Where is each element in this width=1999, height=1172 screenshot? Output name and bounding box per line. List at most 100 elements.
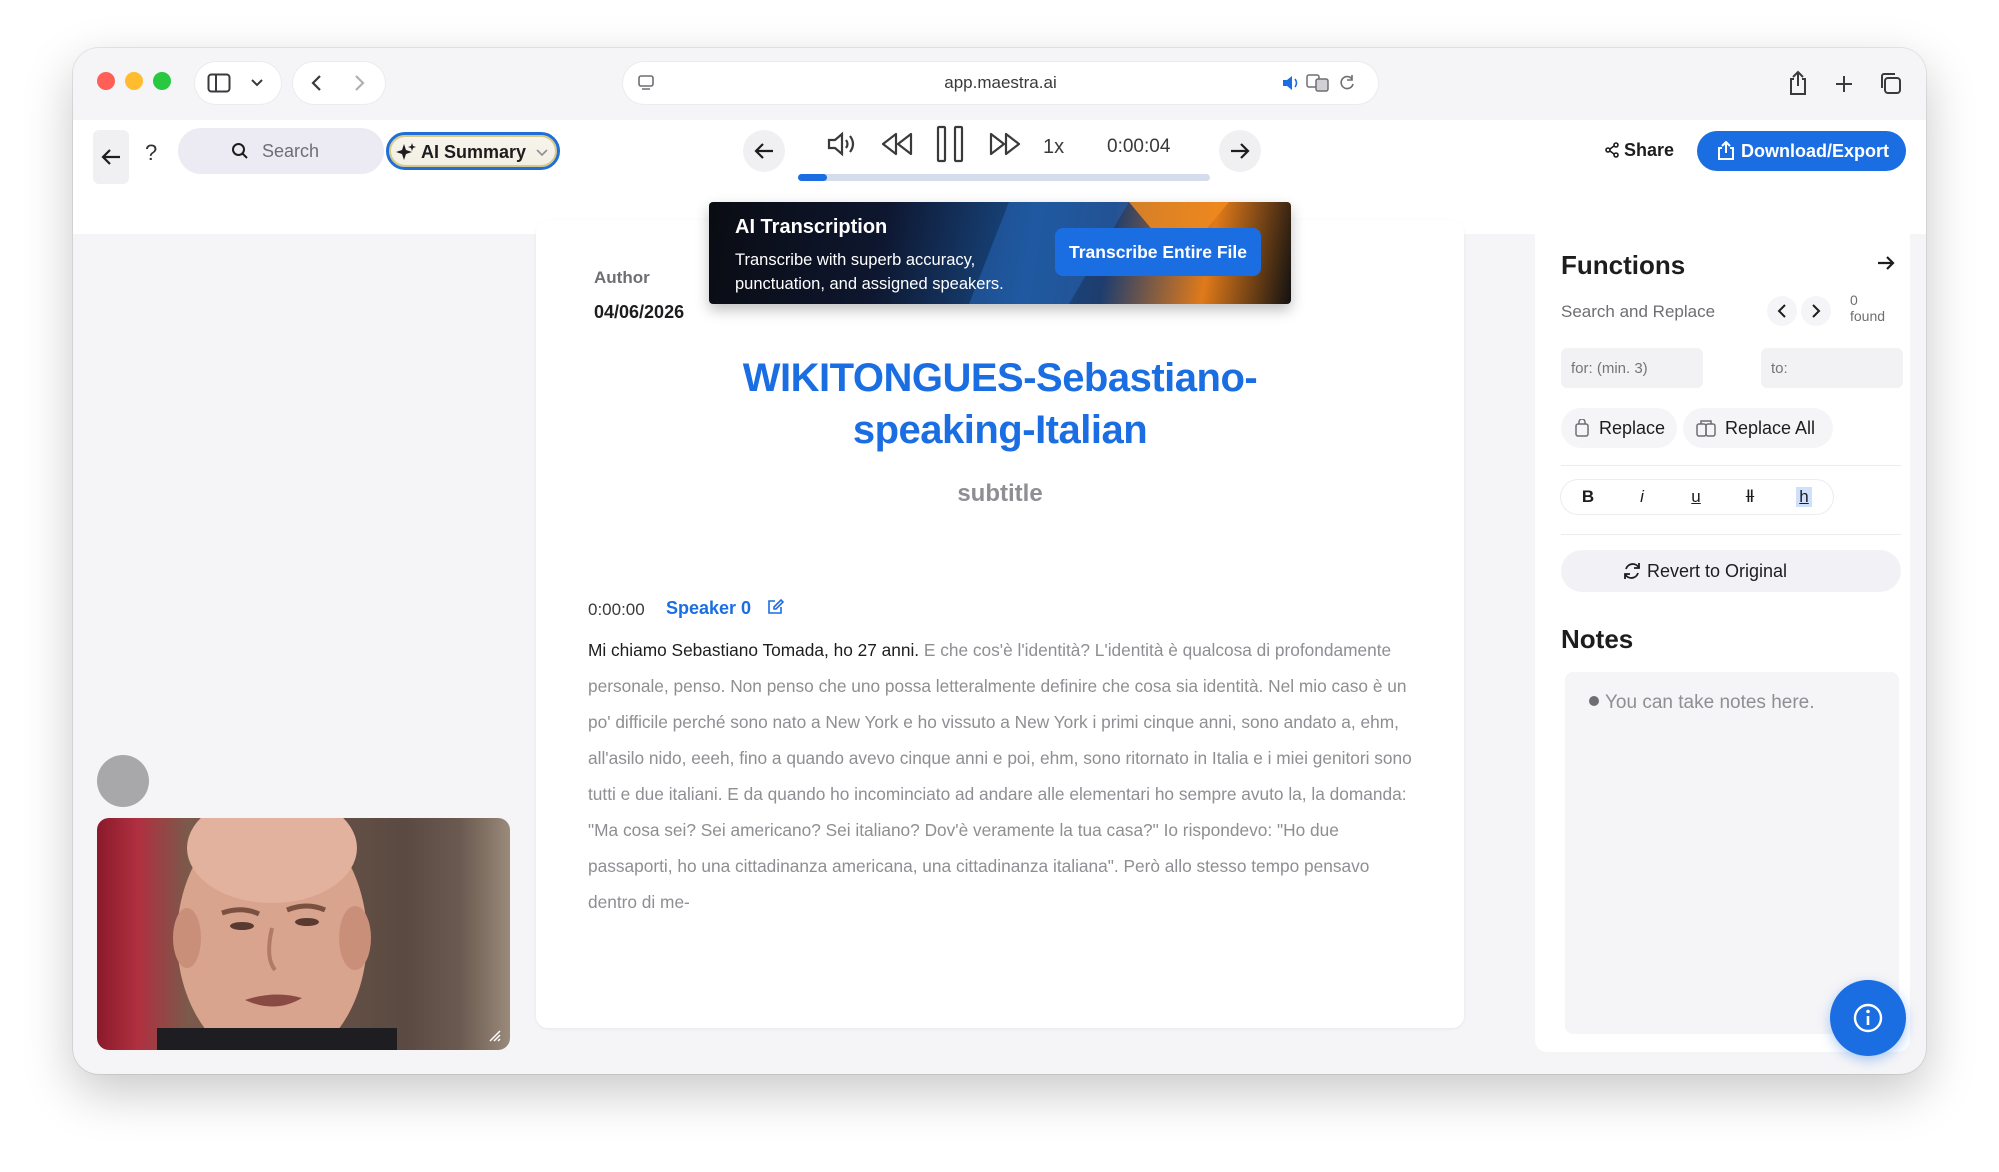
notes-title: Notes — [1561, 624, 1634, 654]
revert-icon — [1621, 561, 1643, 581]
speaker-label: Speaker 0 — [666, 598, 752, 618]
chevron-right-icon — [1812, 304, 1821, 318]
highlight-label: h — [1796, 487, 1812, 507]
playback-time: 0:00:04 — [1107, 136, 1171, 157]
revert-to-original-button[interactable]: Revert to Original — [1561, 550, 1901, 592]
transcribe-entire-file-button[interactable]: Transcribe Entire File — [1055, 228, 1261, 276]
functions-title: Functions — [1561, 250, 1686, 280]
share-button[interactable]: Share — [1604, 140, 1674, 163]
browser-toolbar: app.maestra.ai — [73, 48, 1926, 120]
sidebar-icon[interactable] — [207, 72, 231, 94]
previous-match-button[interactable] — [1767, 296, 1797, 326]
replace-all-icon — [1695, 418, 1717, 438]
segment-timestamp[interactable]: 0:00:00 — [588, 600, 645, 620]
url-text: app.maestra.ai — [944, 73, 1057, 92]
help-button[interactable]: ? — [145, 140, 157, 166]
collapse-panel-icon[interactable] — [1873, 250, 1899, 276]
highlight-button[interactable]: h — [1777, 480, 1831, 514]
playback-progress-fill — [798, 174, 827, 181]
document-title[interactable]: WIKITONGUES-Sebastiano- speaking-Italian — [536, 352, 1464, 456]
arrow-left-icon — [99, 146, 123, 168]
minimize-window-button[interactable] — [125, 72, 143, 90]
replace-to-input[interactable] — [1761, 348, 1903, 388]
replace-all-button[interactable]: Replace All — [1683, 408, 1833, 448]
ai-summary-label: AI Summary — [421, 142, 527, 162]
speaker-playing-icon[interactable] — [1280, 72, 1302, 94]
rewind-icon[interactable] — [879, 126, 915, 162]
playback-progress-bar[interactable] — [798, 174, 1210, 181]
new-tab-icon[interactable] — [1830, 70, 1858, 98]
next-match-button[interactable] — [1801, 296, 1831, 326]
fast-forward-icon[interactable] — [987, 126, 1023, 162]
info-button[interactable] — [1830, 980, 1906, 1056]
history-nav-group — [293, 62, 385, 104]
edit-icon[interactable] — [766, 598, 785, 621]
address-bar[interactable]: app.maestra.ai — [623, 62, 1378, 104]
download-export-button[interactable]: Download/Export — [1697, 131, 1906, 171]
transcript-spoken: Mi chiamo Sebastiano Tomada, ho 27 anni. — [588, 640, 920, 660]
strikethrough-button[interactable]: Ⅱ — [1723, 480, 1777, 514]
share-sheet-icon[interactable] — [1783, 68, 1813, 98]
notes-placeholder: You can take notes here. — [1589, 692, 1815, 714]
pause-icon[interactable] — [933, 122, 967, 166]
share-icon — [1604, 142, 1624, 163]
revert-label: Revert to Original — [1647, 561, 1788, 581]
next-segment-button[interactable] — [1219, 130, 1261, 172]
reload-icon[interactable] — [1336, 72, 1358, 94]
title-line-2: speaking-Italian — [852, 408, 1148, 452]
document-date[interactable]: 04/06/2026 — [594, 302, 684, 323]
video-preview[interactable] — [97, 818, 510, 1050]
back-chevron-icon[interactable] — [305, 72, 327, 94]
speaker-video-frame — [157, 818, 397, 1050]
speaker-name[interactable]: Speaker 0 — [666, 598, 785, 621]
info-icon — [1853, 1003, 1883, 1033]
match-count: 0 found — [1850, 292, 1885, 324]
translate-icon[interactable] — [1305, 72, 1331, 94]
divider — [1561, 465, 1901, 466]
replace-label: Replace — [1599, 418, 1666, 438]
banner-title: AI Transcription — [735, 216, 888, 238]
volume-icon[interactable] — [825, 126, 861, 162]
author-label[interactable]: Author — [594, 268, 650, 288]
match-count-number: 0 — [1850, 292, 1858, 308]
back-button[interactable] — [93, 130, 129, 184]
ai-transcription-banner: AI Transcription Transcribe with superb … — [709, 202, 1291, 304]
transcript-text[interactable]: Mi chiamo Sebastiano Tomada, ho 27 anni.… — [588, 632, 1418, 920]
chevron-down-icon — [535, 147, 549, 159]
sidebar-toggle-group — [195, 62, 281, 104]
underline-button[interactable]: u — [1669, 480, 1723, 514]
arrow-left-icon — [753, 140, 775, 162]
chevron-left-icon — [1777, 304, 1786, 318]
playback-speed[interactable]: 1x — [1043, 136, 1064, 159]
document-subtitle[interactable]: subtitle — [536, 480, 1464, 508]
notes-placeholder-text: You can take notes here. — [1605, 692, 1815, 713]
maximize-window-button[interactable] — [153, 72, 171, 90]
arrow-right-icon — [1229, 140, 1251, 162]
title-line-1: WIKITONGUES-Sebastiano- — [742, 356, 1258, 400]
chevron-down-icon[interactable] — [247, 74, 267, 92]
notes-editor[interactable]: You can take notes here. — [1565, 672, 1899, 1034]
ai-summary-dropdown[interactable]: AI Summary — [386, 132, 560, 170]
close-window-button[interactable] — [97, 72, 115, 90]
divider — [1561, 534, 1901, 535]
search-for-input[interactable] — [1561, 348, 1703, 388]
italic-button[interactable]: i — [1615, 480, 1669, 514]
tab-overview-icon[interactable] — [1875, 68, 1905, 98]
banner-text: Transcribe with superb accuracy, punctua… — [735, 251, 1004, 293]
search-replace-label: Search and Replace — [1561, 302, 1716, 321]
search-button[interactable]: Search — [178, 128, 384, 174]
sparkle-icon — [395, 142, 417, 162]
bullet-icon — [1589, 696, 1599, 706]
transcript-remaining: E che cos'è l'identità? L'identità è qua… — [588, 640, 1412, 912]
replace-button[interactable]: Replace — [1561, 408, 1677, 448]
previous-segment-button[interactable] — [743, 130, 785, 172]
avatar — [97, 755, 149, 807]
upload-icon — [1715, 140, 1737, 162]
format-toolbar: B i u Ⅱ h — [1561, 480, 1833, 514]
forward-chevron-icon[interactable] — [349, 72, 371, 94]
search-icon — [230, 141, 250, 161]
transcript-editor: Author 04/06/2026 WIKITONGUES-Sebastiano… — [536, 220, 1464, 1028]
functions-panel: Functions Search and Replace 0 found Rep… — [1535, 220, 1910, 1052]
resize-handle-icon[interactable] — [485, 1026, 503, 1044]
bold-button[interactable]: B — [1561, 480, 1615, 514]
